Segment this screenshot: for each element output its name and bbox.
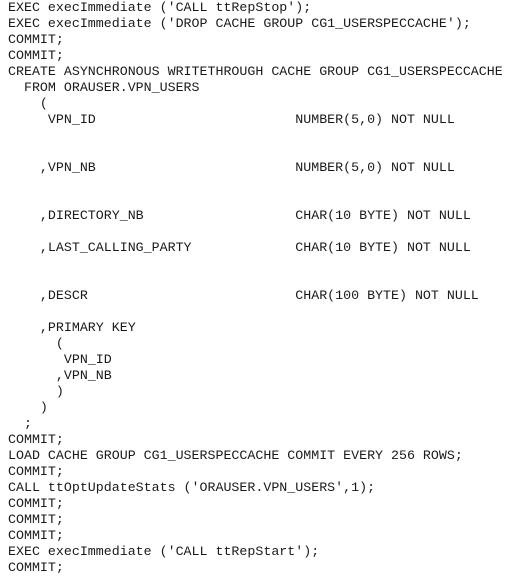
code-line-column-directory-nb: ,DIRECTORY_NB CHAR(10 BYTE) NOT NULL [8, 208, 471, 223]
code-line-pk-vpn-id: VPN_ID [8, 352, 112, 367]
code-line-load-cache-group: LOAD CACHE GROUP CG1_USERSPECCACHE COMMI… [8, 448, 463, 463]
code-line-from-table: FROM ORAUSER.VPN_USERS [8, 80, 200, 95]
code-line-primary-key: ,PRIMARY KEY [8, 320, 136, 335]
code-line-commit: COMMIT; [8, 496, 64, 511]
code-line-column-descr: ,DESCR CHAR(100 BYTE) NOT NULL [8, 288, 479, 303]
code-line-pk-open-paren: ( [8, 336, 64, 351]
code-line-commit: COMMIT; [8, 464, 64, 479]
code-line-commit: COMMIT; [8, 512, 64, 527]
code-line-commit: COMMIT; [8, 528, 64, 543]
code-line-update-stats: CALL ttOptUpdateStats ('ORAUSER.VPN_USER… [8, 480, 376, 495]
code-line-exec-rep-start: EXEC execImmediate ('CALL ttRepStart'); [8, 544, 320, 559]
code-line-commit: COMMIT; [8, 560, 64, 575]
code-line-column-vpn-id: VPN_ID NUMBER(5,0) NOT NULL [8, 112, 455, 127]
code-line-commit: COMMIT; [8, 48, 64, 63]
code-line-column-last-calling-party: ,LAST_CALLING_PARTY CHAR(10 BYTE) NOT NU… [8, 240, 471, 255]
code-line-pk-close-paren: ) [8, 384, 64, 399]
code-line-pk-vpn-nb: ,VPN_NB [8, 368, 112, 383]
code-line-semicolon: ; [8, 416, 32, 431]
code-line-commit: COMMIT; [8, 432, 64, 447]
code-line-exec-rep-stop: EXEC execImmediate ('CALL ttRepStop'); [8, 0, 312, 15]
code-line-open-paren: ( [8, 96, 48, 111]
sql-script-listing: EXEC execImmediate ('CALL ttRepStop'); EX… [8, 0, 503, 576]
code-line-drop-cache-group: EXEC execImmediate ('DROP CACHE GROUP CG… [8, 16, 471, 31]
code-line-create-cache-group: CREATE ASYNCHRONOUS WRITETHROUGH CACHE G… [8, 64, 503, 79]
code-line-close-paren: ) [8, 400, 48, 415]
code-line-commit: COMMIT; [8, 32, 64, 47]
code-line-column-vpn-nb: ,VPN_NB NUMBER(5,0) NOT NULL [8, 160, 455, 175]
